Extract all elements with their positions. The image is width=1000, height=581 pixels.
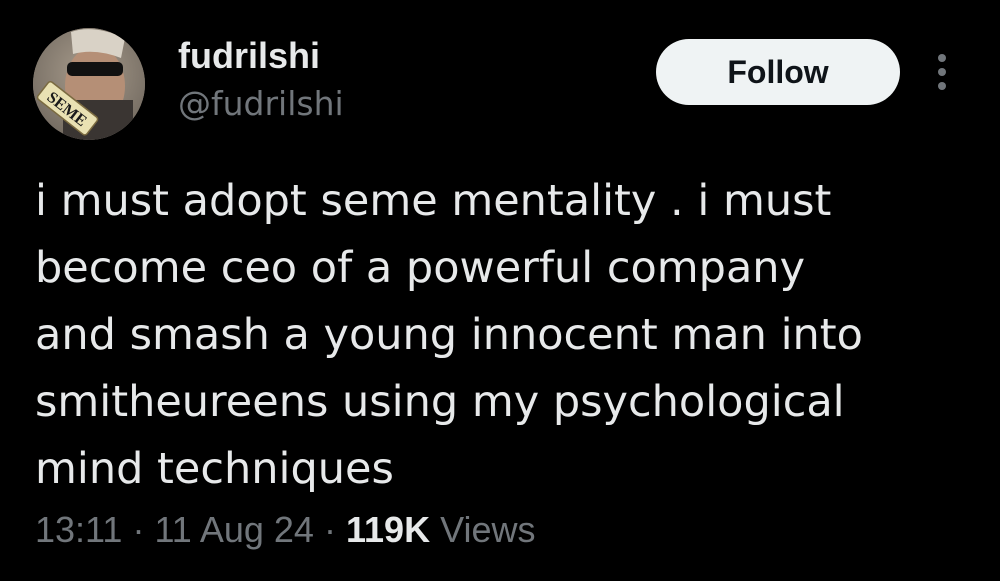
tweet-date[interactable]: 11 Aug 24	[154, 509, 314, 550]
tweet-text-line: smitheureens using my psychological	[35, 377, 845, 427]
tweet-card: SEME fudrilshi @fudrilshi Follow i must …	[0, 0, 1000, 581]
tweet-text-line: become ceo of a powerful company	[35, 243, 806, 293]
tweet-text: i must adopt seme mentality . i must bec…	[35, 168, 975, 503]
avatar-image: SEME	[33, 28, 145, 140]
meta-separator: ·	[323, 509, 336, 550]
tweet-text-line: and smash a young innocent man into	[35, 310, 863, 360]
follow-button[interactable]: Follow	[656, 39, 900, 105]
tweet-text-line: i must adopt seme mentality . i must	[35, 176, 832, 226]
views-count: 119K	[345, 509, 431, 550]
meta-separator: ·	[132, 509, 145, 550]
tweet-time[interactable]: 13:11	[35, 509, 122, 550]
tweet-meta: 13:11 · 11 Aug 24 · 119K Views	[35, 507, 535, 553]
author-display-name[interactable]: fudrilshi	[178, 34, 320, 78]
views-label: Views	[440, 509, 536, 550]
avatar[interactable]: SEME	[33, 28, 145, 140]
tweet-text-line: mind techniques	[35, 444, 394, 494]
author-handle[interactable]: @fudrilshi	[178, 83, 344, 125]
more-options-button[interactable]	[924, 44, 960, 100]
